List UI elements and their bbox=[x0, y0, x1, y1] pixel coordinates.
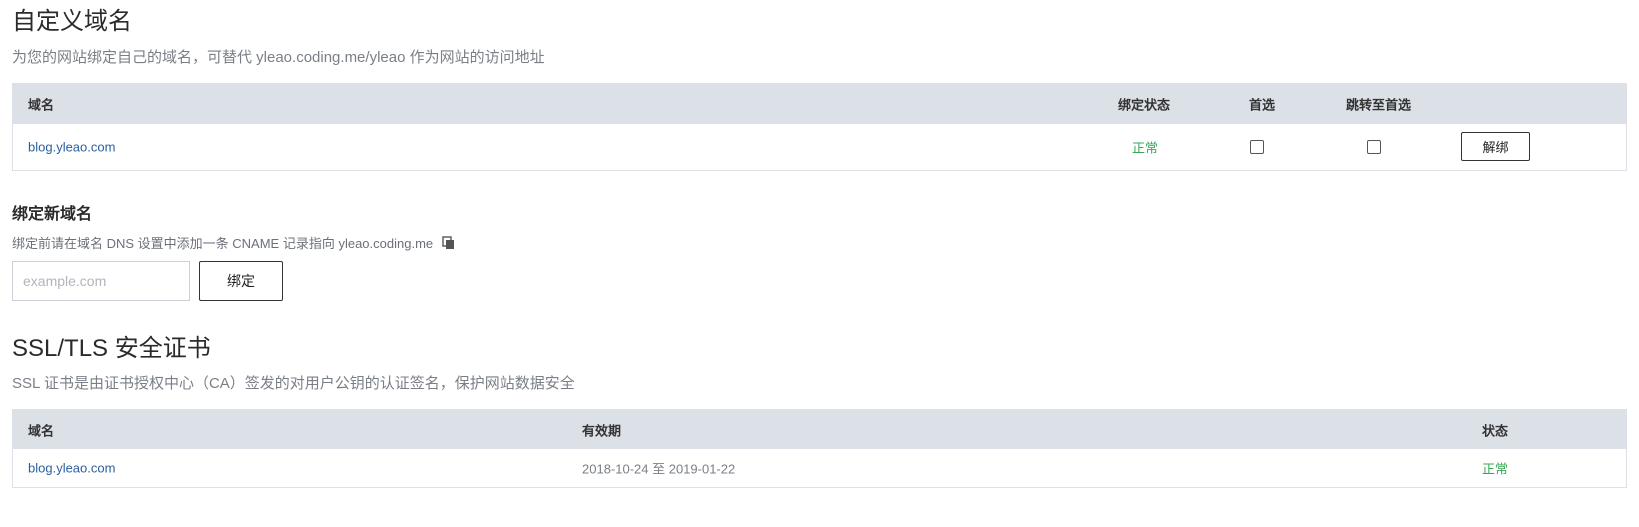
custom-domain-subtitle: 为您的网站绑定自己的域名，可替代 yleao.coding.me/yleao 作… bbox=[12, 49, 545, 66]
copy-icon[interactable] bbox=[442, 236, 455, 249]
status-text: 正常 bbox=[1482, 461, 1509, 477]
ssl-title: SSL/TLS 安全证书 bbox=[12, 335, 211, 362]
domain-input[interactable] bbox=[12, 261, 190, 301]
header-redirect: 跳转至首选 bbox=[1346, 97, 1412, 113]
bind-new-title: 绑定新域名 bbox=[12, 206, 93, 223]
bind-button[interactable]: 绑定 bbox=[199, 261, 283, 301]
ssl-table: 域名 有效期 状态 blog.yleao.com 2018-10-24 至 20… bbox=[12, 409, 1627, 488]
table-row: blog.yleao.com 2018-10-24 至 2019-01-22 正… bbox=[13, 449, 1626, 487]
table-header: 域名 有效期 状态 bbox=[13, 410, 1626, 449]
validity-text: 2018-10-24 至 2019-01-22 bbox=[582, 461, 736, 477]
header-validity: 有效期 bbox=[582, 423, 622, 438]
custom-domain-table: 域名 绑定状态 首选 跳转至首选 blog.yleao.com 正常 解绑 bbox=[12, 83, 1627, 171]
bind-status-text: 正常 bbox=[1132, 140, 1159, 156]
ssl-subtitle: SSL 证书是由证书授权中心（CA）签发的对用户公钥的认证签名，保护网站数据安全 bbox=[12, 375, 575, 392]
domain-link[interactable]: blog.yleao.com bbox=[28, 461, 115, 476]
table-row: blog.yleao.com 正常 解绑 bbox=[13, 124, 1626, 170]
bind-new-hint-row: 绑定前请在域名 DNS 设置中添加一条 CNAME 记录指向 yleao.cod… bbox=[12, 233, 455, 252]
preferred-checkbox[interactable] bbox=[1250, 140, 1264, 154]
redirect-checkbox[interactable] bbox=[1367, 140, 1381, 154]
header-status: 状态 bbox=[1482, 423, 1509, 438]
table-header: 域名 绑定状态 首选 跳转至首选 bbox=[13, 84, 1626, 124]
unbind-button[interactable]: 解绑 bbox=[1461, 132, 1530, 161]
header-bind-status: 绑定状态 bbox=[1118, 97, 1171, 113]
header-domain: 域名 bbox=[28, 423, 55, 438]
bind-new-hint: 绑定前请在域名 DNS 设置中添加一条 CNAME 记录指向 yleao.cod… bbox=[12, 236, 434, 251]
domain-link[interactable]: blog.yleao.com bbox=[28, 140, 115, 155]
header-preferred: 首选 bbox=[1249, 97, 1276, 113]
header-domain: 域名 bbox=[28, 97, 55, 113]
custom-domain-title: 自定义域名 bbox=[12, 8, 132, 35]
